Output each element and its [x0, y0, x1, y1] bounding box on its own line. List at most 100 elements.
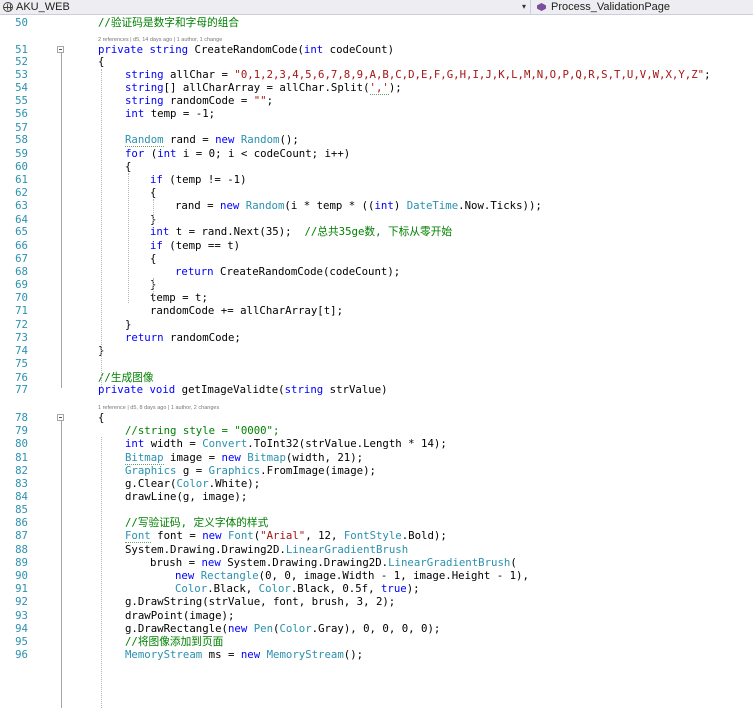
line-number: 72: [15, 318, 28, 331]
code-token: .FromImage(image);: [260, 464, 376, 477]
code-token: randomCode =: [163, 94, 254, 107]
code-token: //验证码是数字和字母的组合: [98, 16, 240, 29]
code-line[interactable]: int width = Convert.ToInt32(strValue.Len…: [125, 437, 447, 450]
line-number: 61: [15, 173, 28, 186]
project-dropdown[interactable]: AKU_WEB: [3, 0, 70, 14]
code-token: "0,1,2,3,4,5,6,7,8,9,A,B,C,D,E,F,G,H,I,J…: [234, 68, 705, 81]
code-line[interactable]: return randomCode;: [125, 331, 241, 344]
code-line[interactable]: rand = new Random(i * temp * ((int) Date…: [175, 199, 542, 212]
code-token: temp = t;: [150, 291, 208, 304]
code-line[interactable]: //写验证码, 定义字体的样式: [125, 516, 268, 529]
code-token: allChar =: [163, 68, 235, 81]
code-token: Random: [245, 199, 285, 212]
code-token: new: [240, 648, 261, 661]
code-token: Font: [125, 529, 151, 543]
code-line[interactable]: randomCode += allCharArray[t];: [150, 304, 343, 317]
code-token: );: [406, 582, 420, 595]
code-line[interactable]: Bitmap image = new Bitmap(width, 21);: [125, 451, 363, 465]
code-token: .White);: [208, 477, 261, 490]
line-number: 89: [15, 556, 28, 569]
code-line[interactable]: string[] allCharArray = allChar.Split(',…: [125, 81, 402, 95]
line-number: 71: [15, 304, 28, 317]
code-token: if: [150, 173, 163, 186]
collapse-toggle-icon[interactable]: [57, 46, 64, 53]
code-line[interactable]: Random rand = new Random();: [125, 133, 299, 147]
code-line[interactable]: string randomCode = "";: [125, 94, 273, 107]
indent-guide: [101, 437, 102, 708]
code-token: new: [201, 556, 221, 569]
code-token: ): [393, 199, 407, 212]
code-line[interactable]: }: [125, 318, 131, 331]
code-line[interactable]: drawPoint(image);: [125, 609, 234, 622]
code-line[interactable]: Color.Black, Color.Black, 0.5f, true);: [175, 582, 420, 595]
code-token: strValue): [323, 383, 388, 396]
codelens-info[interactable]: 1 reference | d5, 8 days ago | 1 author,…: [98, 405, 219, 411]
code-token: ;: [704, 68, 711, 81]
code-line[interactable]: private string CreateRandomCode(int code…: [98, 43, 394, 56]
code-token: Bitmap: [247, 451, 286, 464]
code-token: (0, 0, image.Width - 1, image.Height - 1…: [258, 569, 529, 582]
code-line[interactable]: string allChar = "0,1,2,3,4,5,6,7,8,9,A,…: [125, 68, 711, 81]
code-token: drawLine(g, image);: [125, 490, 248, 503]
code-line[interactable]: int temp = -1;: [125, 107, 215, 120]
code-line[interactable]: for (int i = 0; i < codeCount; i++): [125, 147, 350, 160]
code-token: ;: [266, 94, 274, 107]
code-line[interactable]: {: [125, 160, 131, 173]
code-line[interactable]: {: [98, 55, 104, 68]
code-token: new: [220, 199, 240, 212]
member-dropdown[interactable]: Process_ValidationPage: [530, 0, 753, 14]
code-editor[interactable]: 50 51 52 53 54 55 56 57 58 59 60 61 62 63 64 65 66 67 68 69…: [0, 15, 753, 708]
code-line[interactable]: drawLine(g, image);: [125, 490, 247, 503]
code-token: private: [98, 383, 144, 396]
code-line[interactable]: if (temp == t): [150, 239, 240, 252]
code-line[interactable]: {: [150, 252, 156, 265]
code-line[interactable]: temp = t;: [150, 291, 208, 304]
code-line[interactable]: g.DrawString(strValue, font, brush, 3, 2…: [125, 595, 395, 608]
collapse-toggle-icon[interactable]: [57, 414, 64, 421]
code-token: int: [125, 107, 145, 120]
line-number: 52: [15, 55, 28, 68]
code-token: MemoryStream: [266, 648, 344, 661]
code-line[interactable]: MemoryStream ms = new MemoryStream();: [125, 648, 363, 661]
line-number: 73: [15, 331, 28, 344]
line-number: 67: [15, 252, 28, 265]
code-line[interactable]: //验证码是数字和字母的组合: [98, 16, 239, 29]
line-number: 63: [15, 199, 28, 212]
code-line[interactable]: new Rectangle(0, 0, image.Width - 1, ima…: [175, 569, 529, 582]
codelens-info[interactable]: 2 references | d5, 14 days ago | 1 autho…: [98, 37, 222, 43]
line-number: 80: [15, 437, 28, 450]
fold-region-line: [61, 421, 62, 708]
line-number: 82: [15, 464, 28, 477]
code-line[interactable]: g.Clear(Color.White);: [125, 477, 260, 490]
code-line[interactable]: {: [150, 186, 156, 199]
line-number: 74: [15, 344, 28, 357]
project-name: AKU_WEB: [16, 1, 70, 13]
code-token: drawPoint(image);: [125, 609, 235, 622]
code-line[interactable]: //将图像添加到页面: [125, 635, 223, 648]
code-token: MemoryStream: [125, 648, 203, 661]
chevron-down-icon[interactable]: ▾: [522, 0, 526, 14]
code-token: g =: [176, 464, 209, 477]
line-number: 54: [15, 81, 28, 94]
code-token: , 12,: [305, 529, 344, 542]
code-token: string: [149, 43, 189, 56]
code-line[interactable]: Graphics g = Graphics.FromImage(image);: [125, 464, 376, 477]
code-token: new: [175, 569, 195, 582]
code-line[interactable]: //string style = "0000";: [125, 424, 279, 437]
code-line[interactable]: return CreateRandomCode(codeCount);: [175, 265, 400, 278]
line-number: 85: [15, 503, 28, 516]
code-line[interactable]: private void getImageValidte(string strV…: [98, 383, 388, 396]
code-line[interactable]: Font font = new Font("Arial", 12, FontSt…: [125, 529, 447, 543]
code-line[interactable]: {: [98, 411, 104, 424]
code-token: //总共35ge数, 下标从零开始: [304, 225, 453, 238]
code-token: int: [150, 225, 170, 238]
code-line[interactable]: if (temp != -1): [150, 173, 247, 186]
line-number: 78: [15, 411, 28, 424]
code-line[interactable]: System.Drawing.Drawing2D.LinearGradientB…: [125, 543, 408, 556]
code-line[interactable]: int t = rand.Next(35); //总共35ge数, 下标从零开始: [150, 225, 452, 238]
line-number: 53: [15, 68, 28, 81]
code-line[interactable]: brush = new System.Drawing.Drawing2D.Lin…: [150, 556, 517, 569]
code-token: string: [125, 94, 164, 107]
code-line[interactable]: g.DrawRectangle(new Pen(Color.Gray), 0, …: [125, 622, 440, 635]
line-number: 56: [15, 107, 28, 120]
